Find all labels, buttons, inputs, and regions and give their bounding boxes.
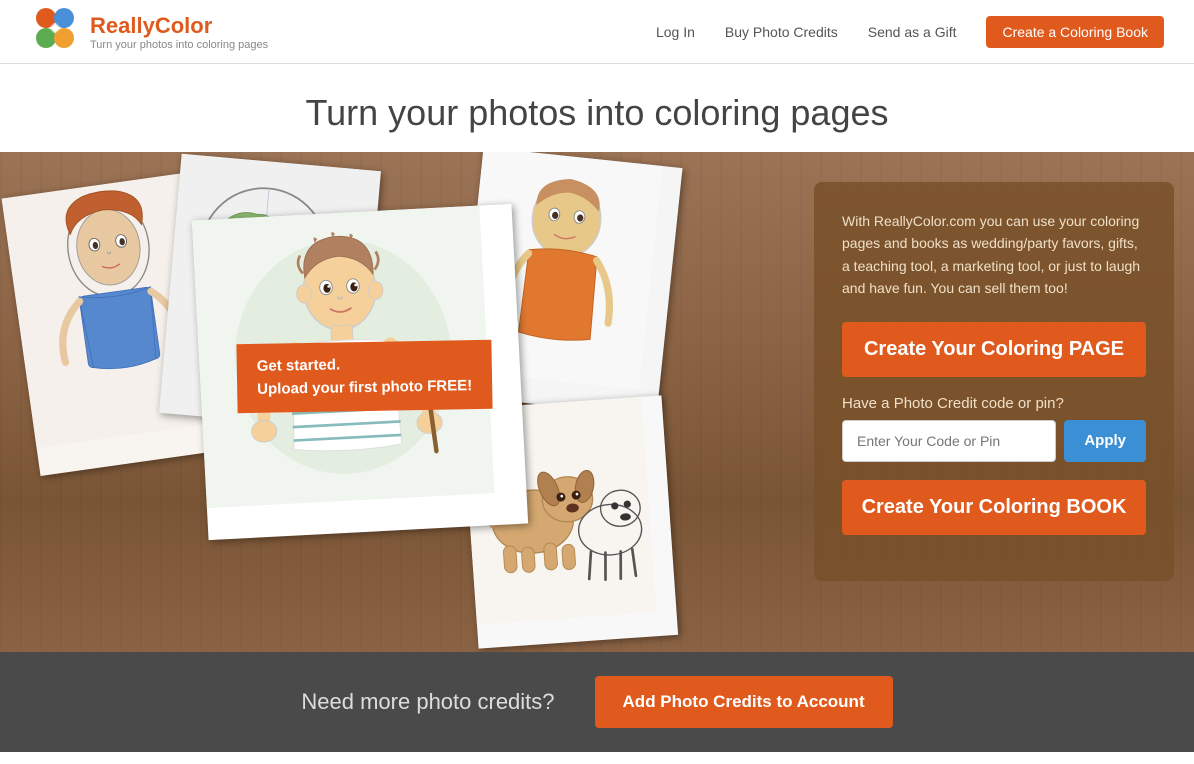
nav-buy-credits[interactable]: Buy Photo Credits	[725, 24, 838, 40]
footer-bar: Need more photo credits? Add Photo Credi…	[0, 652, 1194, 752]
right-panel: With ReallyColor.com you can use your co…	[814, 182, 1174, 581]
logo-area: ReallyColor Turn your photos into colori…	[30, 4, 268, 59]
page-title: Turn your photos into coloring pages	[0, 92, 1194, 134]
create-book-button[interactable]: Create Your Coloring BOOK	[842, 480, 1146, 535]
nav-send-gift[interactable]: Send as a Gift	[868, 24, 957, 40]
credit-row: Apply	[842, 420, 1146, 462]
header: ReallyColor Turn your photos into colori…	[0, 0, 1194, 64]
apply-button[interactable]: Apply	[1064, 420, 1146, 462]
nav: Log In Buy Photo Credits Send as a Gift …	[656, 16, 1164, 48]
add-credits-button[interactable]: Add Photo Credits to Account	[595, 676, 893, 728]
logo-name: ReallyColor	[90, 13, 268, 39]
hero-title-bar: Turn your photos into coloring pages	[0, 64, 1194, 152]
footer-text: Need more photo credits?	[301, 689, 554, 715]
photo-collage: Get started. Upload your first photo FRE…	[0, 152, 730, 652]
nav-create-book[interactable]: Create a Coloring Book	[986, 16, 1164, 48]
hero-section: Get started. Upload your first photo FRE…	[0, 152, 1194, 652]
get-started-line2: Upload your first photo FREE!	[257, 375, 472, 401]
credit-code-input[interactable]	[842, 420, 1056, 462]
nav-login[interactable]: Log In	[656, 24, 695, 40]
credit-code-label: Have a Photo Credit code or pin?	[842, 395, 1146, 412]
logo-icon	[30, 4, 80, 59]
create-page-button[interactable]: Create Your Coloring PAGE	[842, 322, 1146, 377]
hero-description: With ReallyColor.com you can use your co…	[842, 210, 1146, 300]
logo-text: ReallyColor Turn your photos into colori…	[90, 13, 268, 51]
get-started-badge[interactable]: Get started. Upload your first photo FRE…	[236, 340, 492, 413]
logo-tagline: Turn your photos into coloring pages	[90, 39, 268, 51]
